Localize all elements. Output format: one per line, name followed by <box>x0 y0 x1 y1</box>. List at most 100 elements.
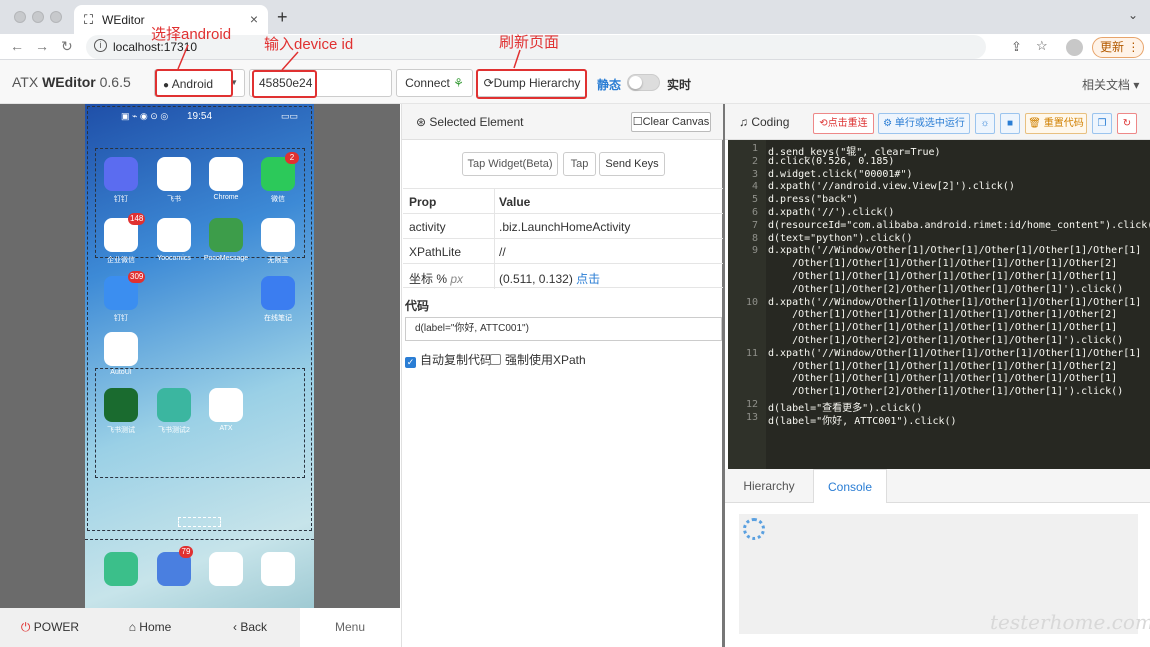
camera-icon[interactable] <box>261 552 295 586</box>
send-keys-button[interactable]: Send Keys <box>599 152 665 176</box>
app-label: 在线笔记 <box>264 315 292 322</box>
coding-title-text: Coding <box>751 115 790 129</box>
line-number: 4 <box>751 181 758 193</box>
app-icon-y[interactable] <box>157 218 191 252</box>
code-line: /Other[1]/Other[1]/Other[1]/Other[1]/Oth… <box>768 373 1118 385</box>
code-line: /Other[1]/Other[2]/Other[1]/Other[1]/Oth… <box>768 386 1124 398</box>
close-tab-icon[interactable]: × <box>250 11 258 27</box>
forward-arrow-icon[interactable]: → <box>35 38 49 54</box>
android-icon[interactable] <box>209 218 243 252</box>
stop-button[interactable]: ■ <box>1000 113 1020 134</box>
code-line: d.xpath('//android.view.View[2]').click(… <box>768 181 1015 193</box>
docs-label: 相关文档 <box>1082 78 1131 92</box>
app-label: 飞书测试2 <box>158 427 190 434</box>
code-line: d(text="python").click() <box>768 232 913 244</box>
code-line: /Other[1]/Other[1]/Other[1]/Other[1]/Oth… <box>768 258 1118 270</box>
weditor-favicon-icon: ⛶ <box>84 12 94 27</box>
notification-badge: 79 <box>179 546 193 558</box>
code-line: /Other[1]/Other[2]/Other[1]/Other[1]/Oth… <box>768 283 1124 295</box>
phone-icon[interactable] <box>104 552 138 586</box>
menu-button[interactable]: Menu <box>300 608 400 647</box>
note-icon[interactable] <box>261 276 295 310</box>
chrome-icon[interactable] <box>209 157 243 191</box>
bookmark-star-icon[interactable]: ☆ <box>1036 38 1048 54</box>
code-field[interactable]: d(label="你好, ATTC001") <box>405 317 722 341</box>
code-line: /Other[1]/Other[1]/Other[1]/Other[1]/Oth… <box>768 271 1118 282</box>
device-key-buttons: ⏻ POWER ⌂ Home ‹ Back Menu <box>0 608 400 647</box>
table-row: XPathLite // <box>403 238 723 264</box>
power-button[interactable]: ⏻ POWER <box>0 608 100 647</box>
update-button[interactable]: 更新 ⋮ <box>1092 37 1144 58</box>
line-number: 8 <box>751 232 758 244</box>
realtime-mode-label: 实时 <box>667 78 692 92</box>
back-button[interactable]: ‹ Back <box>200 608 300 647</box>
reset-code-button[interactable]: 🗑 重置代码 <box>1025 113 1087 134</box>
tab-console[interactable]: Console <box>813 469 887 503</box>
atx-icon[interactable] <box>209 388 243 422</box>
app-label: 无限宝 <box>267 257 289 264</box>
refresh-code-button[interactable]: ↻ <box>1117 113 1137 134</box>
settings-button[interactable]: ☼ <box>975 113 995 134</box>
tap-widget-button[interactable]: Tap Widget(Beta) <box>462 152 558 176</box>
close-window-dot[interactable] <box>14 11 26 23</box>
tab-list-chevron-icon[interactable]: ⌄ <box>1128 8 1138 22</box>
clear-canvas-button[interactable]: ☐Clear Canvas <box>631 112 711 132</box>
run-line-label: 单行或选中运行 <box>894 118 965 129</box>
site-info-icon[interactable]: i <box>94 39 107 52</box>
coding-panel: ♫ Coding ⟲点击重连 ⚙ 单行或选中运行 ☼ ■ 🗑 重置代码 ❐ ↻ … <box>725 104 1150 647</box>
value-cell: // <box>499 245 506 259</box>
browser-icon[interactable] <box>209 552 243 586</box>
profile-avatar[interactable] <box>1066 39 1083 56</box>
maximize-window-dot[interactable] <box>50 11 62 23</box>
selected-element-header: ⊛ Selected Element ☐Clear Canvas <box>402 104 723 140</box>
reset-code-label: 重置代码 <box>1043 118 1084 129</box>
phone-screen[interactable]: ▣ ⌁ ◉ ⊙ ◎ 19:54 ▭▭ 钉钉 飞书 Chrome 微信 2 企业微信 148 Y… <box>85 104 314 608</box>
app-icon-1[interactable] <box>104 157 138 191</box>
home-button[interactable]: ⌂ Home <box>100 608 200 647</box>
app-version: 0.6.5 <box>95 74 131 90</box>
copy-button[interactable]: ❐ <box>1092 113 1112 134</box>
menu-label: Menu <box>334 620 366 634</box>
run-line-button[interactable]: ⚙ 单行或选中运行 <box>878 113 970 134</box>
coord-unit: px <box>450 272 464 286</box>
target-icon: ⊛ <box>416 115 427 129</box>
app-icon-2[interactable] <box>157 157 191 191</box>
tree-icon-2[interactable] <box>157 388 191 422</box>
back-arrow-icon[interactable]: ← <box>10 38 24 54</box>
coord-click-link[interactable]: 点击 <box>576 272 600 286</box>
reload-icon[interactable]: ↻ <box>61 38 73 55</box>
app-icon-green[interactable] <box>104 332 138 366</box>
line-number: 7 <box>751 219 758 231</box>
tab-hierarchy[interactable]: Hierarchy <box>725 469 813 503</box>
connect-button[interactable]: Connect ⚘ <box>396 69 473 97</box>
column-divider <box>494 264 495 289</box>
prop-cell: XPathLite <box>409 245 462 259</box>
force-xpath-checkbox[interactable]: 强制使用XPath <box>490 351 586 368</box>
power-label: POWER <box>33 620 80 634</box>
share-icon[interactable]: ⇪ <box>1011 39 1022 55</box>
app-label: 企业微信 <box>107 257 135 264</box>
docs-menu[interactable]: 相关文档 ▾ <box>1082 76 1139 93</box>
table-row: 坐标 % px (0.511, 0.132) 点击 <box>403 263 723 289</box>
app-label: PocoMessage <box>203 255 249 262</box>
coord-value: (0.511, 0.132) <box>499 272 573 286</box>
code-line: d.xpath('//Window/Other[1]/Other[1]/Othe… <box>768 347 1142 359</box>
app-icon-colorful[interactable] <box>261 218 295 252</box>
app-label: 飞书测试 <box>107 427 135 434</box>
reconnect-button[interactable]: ⟲点击重连 <box>813 113 874 134</box>
auto-copy-checkbox[interactable]: ✓ 自动复制代码 <box>405 351 492 368</box>
brand-prefix: ATX <box>12 74 43 90</box>
line-number: 1 <box>751 143 758 154</box>
table-header: Prop Value <box>403 188 723 214</box>
redo-icon: ↻ <box>1122 118 1132 129</box>
realtime-toggle[interactable] <box>627 74 660 91</box>
code-label: 代码 <box>405 299 430 313</box>
tap-button[interactable]: Tap <box>563 152 596 176</box>
new-tab-icon[interactable]: + <box>277 7 288 28</box>
tree-icon[interactable] <box>104 388 138 422</box>
tab-title: WEditor <box>102 13 145 27</box>
code-editor[interactable]: 1 d.send_keys("辊", clear=True) 2 d.click(0.… <box>728 140 1150 469</box>
minimize-window-dot[interactable] <box>32 11 44 23</box>
connect-status-icon: ⚘ <box>453 76 464 90</box>
trash-icon: 🗑 <box>1028 118 1041 129</box>
